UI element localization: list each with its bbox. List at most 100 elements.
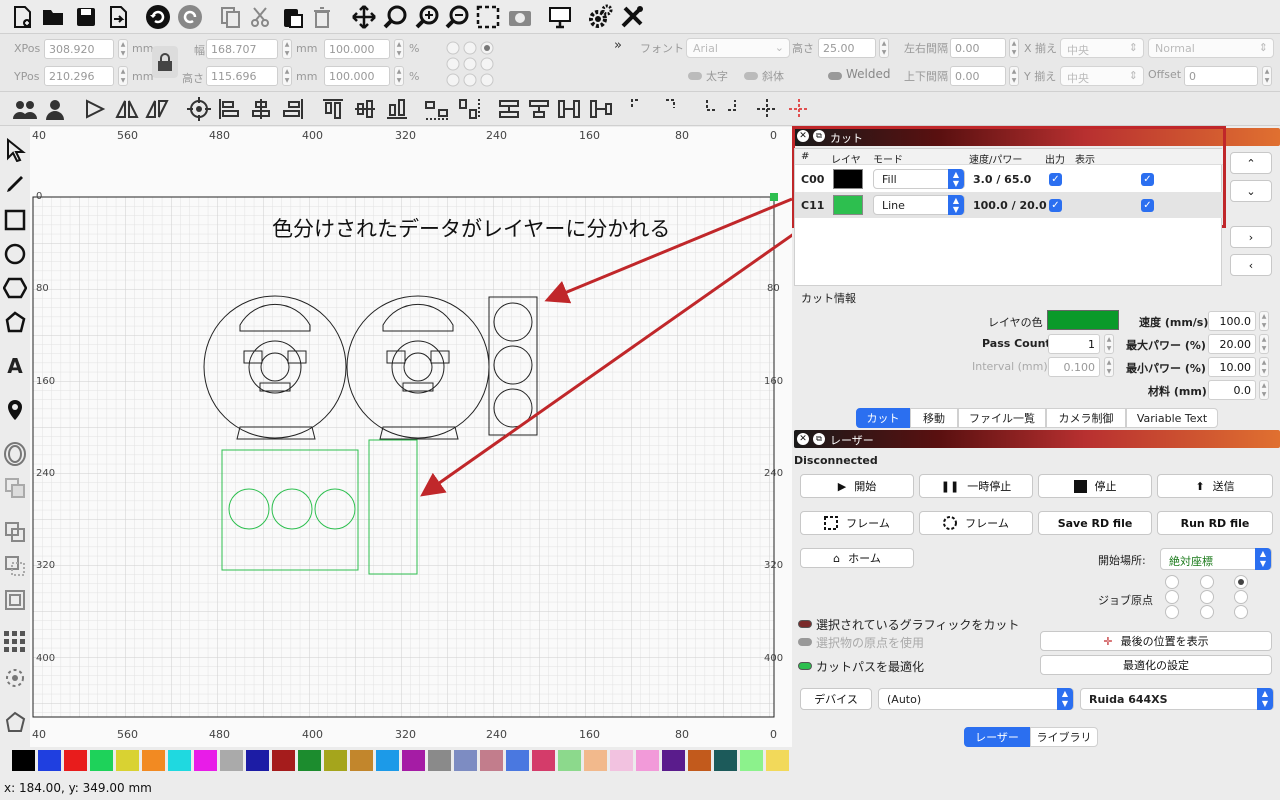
- cut-icon[interactable]: [246, 3, 274, 31]
- origin-radio[interactable]: [1234, 590, 1248, 604]
- float-window-icon[interactable]: ⧉: [813, 433, 825, 445]
- origin-radio[interactable]: [1200, 575, 1214, 589]
- layer-color-swatch[interactable]: [833, 169, 863, 189]
- palette-swatch[interactable]: [220, 750, 243, 771]
- layer-mode-select[interactable]: Fill ▲ ▼: [873, 169, 965, 189]
- tab-file-list[interactable]: ファイル一覧: [958, 408, 1046, 428]
- boolean-subtract-icon[interactable]: [2, 519, 28, 545]
- max-power-stepper[interactable]: ▲ ▼: [1259, 334, 1269, 354]
- scale-width-stepper[interactable]: ▲ ▼: [394, 39, 404, 59]
- distribute-h-icon[interactable]: [424, 96, 450, 122]
- laser-center-icon[interactable]: [786, 96, 812, 122]
- palette-swatch[interactable]: [376, 750, 399, 771]
- layer-visible-checkbox[interactable]: ✓: [1141, 173, 1154, 186]
- align-top-icon[interactable]: [320, 96, 346, 122]
- ungroup-icon[interactable]: [42, 96, 68, 122]
- boolean-union-icon[interactable]: [2, 475, 28, 501]
- offset-stepper[interactable]: ▲ ▼: [1262, 66, 1272, 86]
- palette-swatch[interactable]: [610, 750, 633, 771]
- palette-swatch[interactable]: [766, 750, 789, 771]
- palette-swatch[interactable]: [116, 750, 139, 771]
- target-center-icon[interactable]: [186, 96, 212, 122]
- palette-swatch[interactable]: [272, 750, 295, 771]
- undo-icon[interactable]: [144, 3, 172, 31]
- palette-swatch[interactable]: [12, 750, 35, 771]
- tab-laser[interactable]: レーザー: [964, 727, 1030, 747]
- dock-top-right-icon[interactable]: [662, 96, 688, 122]
- layer-visible-checkbox[interactable]: ✓: [1141, 199, 1154, 212]
- palette-swatch[interactable]: [454, 750, 477, 771]
- palette-swatch[interactable]: [168, 750, 191, 771]
- dock-bottom-icon[interactable]: [692, 96, 718, 122]
- height-stepper[interactable]: ▲ ▼: [282, 66, 292, 86]
- camera-icon[interactable]: [506, 3, 534, 31]
- save-icon[interactable]: [72, 3, 100, 31]
- palette-swatch[interactable]: [38, 750, 61, 771]
- export-icon[interactable]: [104, 3, 132, 31]
- flip-horizontal-icon[interactable]: [82, 96, 108, 122]
- table-row[interactable]: C11 Line ▲ ▼ 100.0 / 20.0 ✓ ✓: [795, 192, 1223, 218]
- palette-swatch[interactable]: [480, 750, 503, 771]
- device-model-select[interactable]: Ruida 644XS ▲ ▼: [1080, 688, 1274, 710]
- use-origin-toggle[interactable]: [798, 638, 812, 646]
- copy-icon[interactable]: [216, 3, 244, 31]
- palette-swatch[interactable]: [324, 750, 347, 771]
- frame-button[interactable]: フレーム: [800, 511, 914, 535]
- anchor-grid[interactable]: [444, 40, 496, 90]
- align-middle-v-icon[interactable]: [352, 96, 378, 122]
- pass-count-field[interactable]: 1: [1048, 334, 1100, 354]
- text-tool-icon[interactable]: A: [2, 353, 28, 379]
- redo-icon[interactable]: [176, 3, 204, 31]
- layer-color-picker[interactable]: [1047, 310, 1119, 330]
- origin-radio[interactable]: [1200, 590, 1214, 604]
- origin-radio[interactable]: [1200, 605, 1214, 619]
- tab-variable-text[interactable]: Variable Text: [1126, 408, 1218, 428]
- delete-icon[interactable]: [308, 3, 336, 31]
- array-grid-icon[interactable]: [2, 629, 28, 655]
- palette-swatch[interactable]: [350, 750, 373, 771]
- send-button[interactable]: ⬆ 送信: [1157, 474, 1273, 498]
- group-icon[interactable]: [12, 96, 38, 122]
- tools-wrench-icon[interactable]: [618, 3, 646, 31]
- node-edit-icon[interactable]: [2, 709, 28, 735]
- mirror-icon[interactable]: [114, 96, 140, 122]
- italic-toggle[interactable]: [744, 72, 758, 80]
- design-canvas[interactable]: 色分けされたデータがレイヤーに分かれる 40 560 480 400 320 2…: [30, 127, 792, 747]
- lock-aspect-button[interactable]: [152, 46, 178, 78]
- weld-icon[interactable]: [2, 587, 28, 613]
- palette-swatch[interactable]: [740, 750, 763, 771]
- speed-stepper[interactable]: ▲ ▼: [1259, 311, 1269, 331]
- align-right-icon[interactable]: [280, 96, 306, 122]
- cut-selected-toggle[interactable]: [798, 620, 812, 628]
- palette-swatch[interactable]: [714, 750, 737, 771]
- palette-swatch[interactable]: [90, 750, 113, 771]
- text-style-select[interactable]: Normal ⇕: [1148, 38, 1274, 58]
- save-rd-button[interactable]: Save RD file: [1038, 511, 1152, 535]
- font-height-stepper[interactable]: ▲ ▼: [879, 38, 889, 58]
- start-from-select[interactable]: 絶対座標 ▲ ▼: [1160, 548, 1272, 570]
- palette-swatch[interactable]: [506, 750, 529, 771]
- palette-swatch[interactable]: [558, 750, 581, 771]
- origin-radio[interactable]: [1165, 590, 1179, 604]
- material-field[interactable]: 0.0: [1208, 380, 1256, 400]
- palette-swatch[interactable]: [142, 750, 165, 771]
- same-height-icon[interactable]: [526, 96, 552, 122]
- xpos-field[interactable]: 308.920: [44, 39, 114, 59]
- vspace-stepper[interactable]: ▲ ▼: [1009, 66, 1019, 86]
- width-stepper[interactable]: ▲ ▼: [282, 39, 292, 59]
- new-file-icon[interactable]: [8, 3, 36, 31]
- scale-height-stepper[interactable]: ▲ ▼: [394, 66, 404, 86]
- boolean-intersect-icon[interactable]: [2, 553, 28, 579]
- interval-stepper[interactable]: ▲ ▼: [1104, 357, 1114, 377]
- material-stepper[interactable]: ▲ ▼: [1259, 380, 1269, 400]
- close-icon[interactable]: ✕: [797, 433, 809, 445]
- palette-swatch[interactable]: [246, 750, 269, 771]
- palette-swatch[interactable]: [688, 750, 711, 771]
- select-arrow-icon[interactable]: [2, 137, 28, 163]
- position-marker-icon[interactable]: [2, 397, 28, 423]
- rotate-icon[interactable]: [144, 96, 170, 122]
- yalign-select[interactable]: 中央 ⇕: [1060, 66, 1144, 86]
- hspace-field[interactable]: 0.00: [950, 38, 1006, 58]
- layer-mode-select[interactable]: Line ▲ ▼: [873, 195, 965, 215]
- settings-gear-icon[interactable]: [586, 3, 614, 31]
